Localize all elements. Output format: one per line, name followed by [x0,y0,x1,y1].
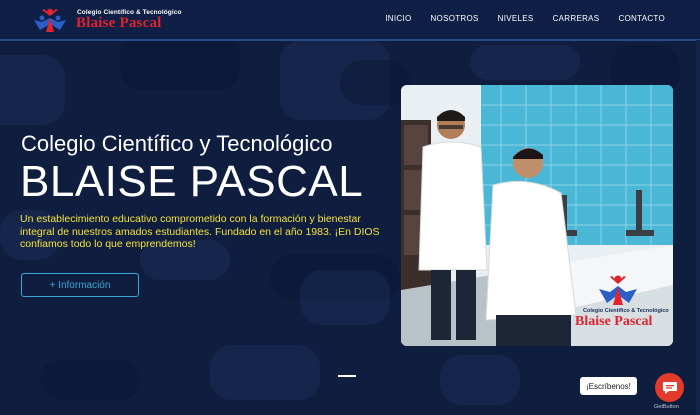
top-navbar: Colegio Científico & Tecnológico Blaise … [0,0,700,41]
more-info-button[interactable]: + Información [21,273,139,297]
nav-item-carreras[interactable]: CARRERAS [553,14,600,23]
main-nav: INICIO NOSOTROS NIVELES CARRERAS CONTACT… [385,14,665,23]
hero-description: Un establecimiento educativo comprometid… [20,213,380,250]
nav-item-nosotros[interactable]: NOSOTROS [430,14,478,23]
hero-photo-lab-students: Colegio Científico & Tecnológico Blaise … [401,85,673,346]
scrollbar[interactable] [696,40,700,415]
hero-title: Colegio Científico y Tecnológico [21,131,333,156]
chat-provider-label: GetButton [654,404,679,410]
chat-prompt-label[interactable]: ¡Escríbenos! [580,377,637,395]
chat-bubble-icon [662,381,677,394]
nav-item-niveles[interactable]: NIVELES [498,14,534,23]
nav-item-inicio[interactable]: INICIO [385,14,411,23]
chat-button[interactable] [655,373,684,402]
brand-name[interactable]: Blaise Pascal [76,15,162,32]
nav-item-contacto[interactable]: CONTACTO [618,14,665,23]
slider-indicator[interactable] [338,375,356,377]
hero-school-name: BLAISE PASCAL [20,157,364,206]
photo-logo-name: Blaise Pascal [575,314,653,329]
school-logo-icon[interactable] [30,6,70,34]
